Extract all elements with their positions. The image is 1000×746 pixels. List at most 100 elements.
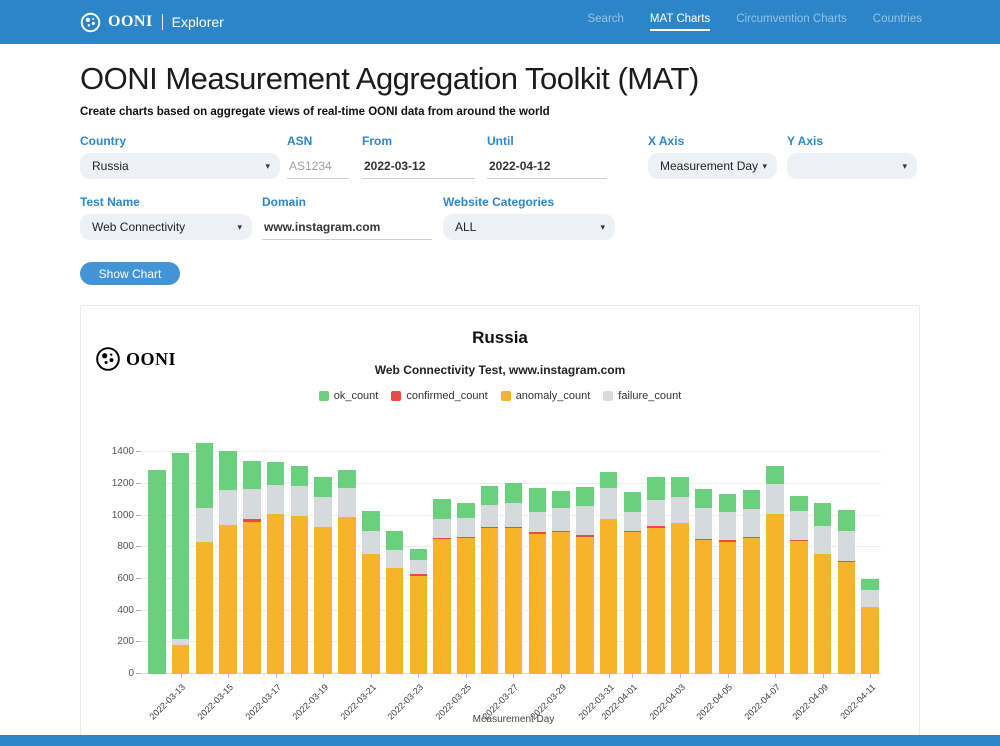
bar-2022-03-29[interactable]: 2022-03-29 <box>552 441 570 674</box>
bar-2022-03-17[interactable]: 2022-03-17 <box>267 441 285 674</box>
y-axis-select[interactable]: ▾ <box>787 153 917 179</box>
bar-2022-03-20[interactable] <box>338 441 356 674</box>
bar-segment-anomaly_count <box>647 528 665 674</box>
bar-segment-failure_count <box>410 560 428 574</box>
bar-2022-04-06[interactable] <box>743 441 761 674</box>
bar-segment-failure_count <box>505 503 523 527</box>
bar-2022-03-27[interactable]: 2022-03-27 <box>505 441 523 674</box>
bar-segment-ok_count <box>386 531 404 550</box>
ooni-logo-icon <box>95 346 121 372</box>
bar-segment-ok_count <box>196 443 214 508</box>
nav-link-countries[interactable]: Countries <box>873 13 922 31</box>
navbar: OONI Explorer Search MAT Charts Circumve… <box>0 0 1000 44</box>
bar-2022-03-18[interactable] <box>291 441 309 674</box>
bar-2022-03-22[interactable] <box>386 441 404 674</box>
y-axis-tick-label: 0 <box>100 668 134 679</box>
bar-2022-04-03[interactable]: 2022-04-03 <box>671 441 689 674</box>
website-categories-field: Website Categories ALL ▾ <box>443 195 615 240</box>
bar-segment-failure_count <box>196 508 214 542</box>
country-label: Country <box>80 134 280 148</box>
bar-segment-failure_count <box>719 512 737 541</box>
bar-segment-failure_count <box>529 512 547 533</box>
bar-segment-ok_count <box>624 492 642 513</box>
legend-item-ok_count: ok_count <box>319 390 379 402</box>
chevron-down-icon: ▾ <box>237 222 242 233</box>
bar-2022-03-14[interactable] <box>196 441 214 674</box>
bar-2022-03-30[interactable] <box>576 441 594 674</box>
y-axis-tick-label: 1200 <box>100 478 134 489</box>
bar-2022-04-07[interactable]: 2022-04-07 <box>766 441 784 674</box>
legend-item-anomaly_count: anomaly_count <box>501 390 591 402</box>
chevron-down-icon: ▾ <box>762 161 767 172</box>
bar-segment-ok_count <box>148 470 166 674</box>
nav-link-search[interactable]: Search <box>587 13 623 31</box>
website-categories-select[interactable]: ALL ▾ <box>443 214 615 240</box>
bar-2022-03-31[interactable]: 2022-03-31 <box>600 441 618 674</box>
brand-secondary: Explorer <box>172 14 224 30</box>
from-date-input[interactable] <box>362 153 475 179</box>
bar-2022-04-02[interactable] <box>647 441 665 674</box>
brand-divider <box>162 14 163 30</box>
bar-segment-ok_count <box>814 503 832 526</box>
brand-primary: OONI <box>108 13 153 31</box>
bar-segment-anomaly_count <box>196 542 214 674</box>
from-label: From <box>362 134 475 148</box>
bar-segment-ok_count <box>481 486 499 505</box>
page-title: OONI Measurement Aggregation Toolkit (MA… <box>80 61 920 97</box>
test-name-field: Test Name Web Connectivity ▾ <box>80 195 252 240</box>
country-select[interactable]: Russia ▾ <box>80 153 280 179</box>
until-date-input[interactable] <box>487 153 607 179</box>
main-content: OONI Measurement Aggregation Toolkit (MA… <box>0 61 1000 285</box>
bar-segment-ok_count <box>433 499 451 519</box>
bar-2022-03-16[interactable] <box>243 441 261 674</box>
bar-2022-03-25[interactable]: 2022-03-25 <box>457 441 475 674</box>
bar-segment-anomaly_count <box>576 537 594 674</box>
bar-segment-anomaly_count <box>838 562 856 674</box>
bar-2022-03-26[interactable] <box>481 441 499 674</box>
nav-link-mat-charts[interactable]: MAT Charts <box>650 13 710 31</box>
bar-segment-ok_count <box>505 483 523 504</box>
bar-segment-anomaly_count <box>291 516 309 675</box>
bar-2022-03-15[interactable]: 2022-03-15 <box>219 441 237 674</box>
show-chart-button[interactable]: Show Chart <box>80 262 180 285</box>
bar-2022-03-19[interactable]: 2022-03-19 <box>314 441 332 674</box>
bar-segment-failure_count <box>243 489 261 519</box>
chevron-down-icon: ▾ <box>600 222 605 233</box>
bar-2022-04-09[interactable]: 2022-04-09 <box>814 441 832 674</box>
chart-brand-text: OONI <box>126 349 176 370</box>
bar-segment-failure_count <box>647 500 665 526</box>
chart-title: Russia <box>81 328 919 348</box>
bar-2022-04-08[interactable] <box>790 441 808 674</box>
x-axis-tick <box>371 674 372 678</box>
bar-segment-anomaly_count <box>243 522 261 674</box>
brand[interactable]: OONI Explorer <box>80 12 224 33</box>
bar-segment-anomaly_count <box>410 576 428 674</box>
chart-ooni-logo: OONI <box>95 346 176 372</box>
bar-2022-03-28[interactable] <box>529 441 547 674</box>
bar-2022-04-05[interactable]: 2022-04-05 <box>719 441 737 674</box>
chart-card: OONI Russia Web Connectivity Test, www.i… <box>80 305 920 746</box>
bar-2022-04-04[interactable] <box>695 441 713 674</box>
y-axis-tick-label: 400 <box>100 605 134 616</box>
bar-2022-04-01[interactable]: 2022-04-01 <box>624 441 642 674</box>
bar-2022-03-23[interactable]: 2022-03-23 <box>410 441 428 674</box>
asn-input[interactable] <box>287 153 349 179</box>
website-categories-label: Website Categories <box>443 195 615 209</box>
bar-2022-03-21[interactable]: 2022-03-21 <box>362 441 380 674</box>
bar-2022-03-24[interactable] <box>433 441 451 674</box>
bar-segment-anomaly_count <box>695 540 713 674</box>
nav-link-circumvention-charts[interactable]: Circumvention Charts <box>736 13 847 31</box>
ooni-logo-icon <box>80 12 101 33</box>
bar-segment-failure_count <box>433 519 451 538</box>
domain-input[interactable] <box>262 214 432 240</box>
y-axis-tick-label: 1400 <box>100 446 134 457</box>
bar-2022-04-10[interactable] <box>838 441 856 674</box>
bar-segment-anomaly_count <box>814 554 832 674</box>
bar-2022-03-13[interactable]: 2022-03-13 <box>172 441 190 674</box>
bar-2022-03-12[interactable] <box>148 441 166 674</box>
x-axis-select[interactable]: Measurement Day ▾ <box>648 153 777 179</box>
bar-2022-04-11[interactable]: 2022-04-11 <box>861 441 879 674</box>
x-axis-value: Measurement Day <box>660 159 758 173</box>
test-name-select[interactable]: Web Connectivity ▾ <box>80 214 252 240</box>
y-axis-tick-label: 200 <box>100 636 134 647</box>
